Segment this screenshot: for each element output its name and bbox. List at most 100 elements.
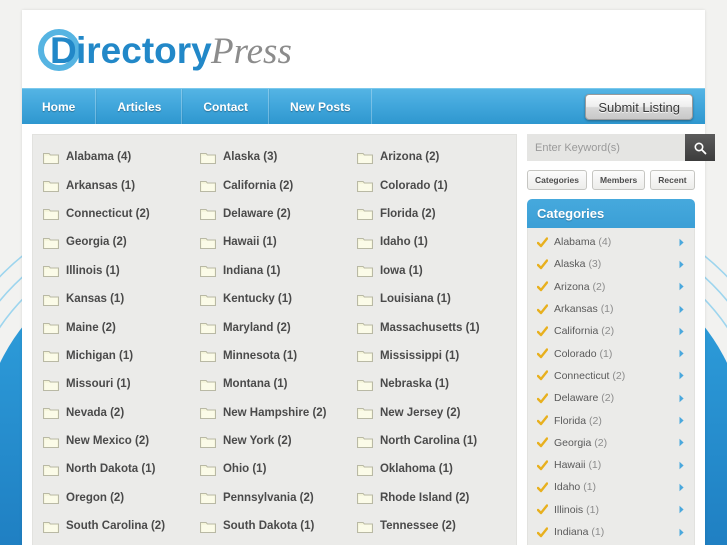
category-cell[interactable]: South Dakota (1) [196, 512, 353, 540]
category-cell[interactable]: Nevada (2) [39, 399, 196, 427]
category-cell-label: Idaho (1) [379, 236, 428, 249]
category-cell-label: North Dakota (1) [66, 463, 156, 476]
category-cell[interactable]: New Hampshire (2) [196, 399, 353, 427]
category-cell-label: Illinois (1) [66, 264, 120, 277]
category-cell[interactable]: Montana (1) [196, 370, 353, 398]
category-cell-label: Ohio (1) [222, 463, 267, 476]
sidebar-category-item[interactable]: Arkansas (1) [528, 298, 694, 320]
category-cell[interactable]: Illinois (1) [39, 257, 196, 285]
category-grid-panel: Alabama (4) Alaska (3) Arizona (2) Arkan… [32, 134, 517, 545]
category-cell[interactable]: Oklahoma (1) [353, 455, 510, 483]
sidebar-category-item[interactable]: California (2) [528, 320, 694, 342]
category-cell[interactable]: New Jersey (2) [353, 399, 510, 427]
category-cell[interactable]: California (2) [196, 171, 353, 199]
folder-icon [199, 266, 216, 278]
category-cell[interactable]: New Mexico (2) [39, 427, 196, 455]
nav-item-new-posts[interactable]: New Posts [269, 89, 372, 124]
sidebar-category-count: (2) [601, 392, 615, 405]
sidebar-category-item[interactable]: Illinois (1) [528, 499, 694, 521]
folder-icon [356, 266, 373, 278]
category-cell[interactable]: Oregon (2) [39, 484, 196, 512]
sidebar-category-item[interactable]: Idaho (1) [528, 476, 694, 498]
category-cell[interactable]: Minnesota (1) [196, 342, 353, 370]
tab-label: Recent [658, 175, 687, 185]
category-cell[interactable]: New York (2) [196, 427, 353, 455]
sidebar-category-item[interactable]: Alabama (4) [528, 231, 694, 253]
folder-icon [356, 152, 373, 164]
category-cell[interactable]: Michigan (1) [39, 342, 196, 370]
sidebar-category-item[interactable]: Arizona (2) [528, 276, 694, 298]
tab-members[interactable]: Members [591, 170, 646, 190]
category-cell[interactable]: Georgia (2) [39, 228, 196, 256]
category-cell[interactable]: North Carolina (1) [353, 427, 510, 455]
category-cell[interactable]: Missouri (1) [39, 370, 196, 398]
search-input[interactable] [527, 134, 685, 161]
sidebar-category-item[interactable]: Indiana (1) [528, 521, 694, 543]
category-cell-label: Arkansas (1) [66, 179, 136, 192]
category-cell[interactable]: Texas (1) [39, 540, 196, 545]
sidebar-category-item[interactable]: Connecticut (2) [528, 365, 694, 387]
category-cell[interactable]: Idaho (1) [353, 228, 510, 256]
category-cell[interactable]: Vermont (1) [353, 540, 510, 545]
category-cell-label: Colorado (1) [379, 179, 448, 192]
category-cell-label: North Carolina (1) [379, 435, 478, 448]
nav-item-contact[interactable]: Contact [182, 89, 270, 124]
category-cell[interactable]: Nebraska (1) [353, 370, 510, 398]
category-cell[interactable]: South Carolina (2) [39, 512, 196, 540]
sidebar-category-item[interactable]: Georgia (2) [528, 432, 694, 454]
tab-categories[interactable]: Categories [527, 170, 587, 190]
checkmark-icon [537, 259, 548, 270]
category-cell[interactable]: Arizona (2) [353, 143, 510, 171]
sidebar-category-label: Delaware (2) [554, 392, 615, 405]
folder-icon [43, 181, 59, 193]
category-cell[interactable]: Iowa (1) [353, 257, 510, 285]
tab-recent[interactable]: Recent [650, 170, 695, 190]
submit-listing-button[interactable]: Submit Listing [585, 94, 693, 120]
category-cell[interactable]: Rhode Island (2) [353, 484, 510, 512]
category-cell[interactable]: Massachusetts (1) [353, 313, 510, 341]
checkmark-icon [537, 326, 548, 337]
category-cell[interactable]: Utah (1) [196, 540, 353, 545]
sidebar-category-item[interactable]: Colorado (1) [528, 342, 694, 364]
category-cell[interactable]: Indiana (1) [196, 257, 353, 285]
nav-item-home[interactable]: Home [22, 89, 97, 124]
svg-text:D: D [50, 30, 77, 71]
category-cell[interactable]: Kansas (1) [39, 285, 196, 313]
site-logo[interactable]: D irectory Press [36, 26, 296, 74]
chevron-right-icon [679, 260, 684, 269]
category-cell[interactable]: Connecticut (2) [39, 200, 196, 228]
sidebar-category-count: (1) [586, 503, 599, 516]
category-cell[interactable]: Ohio (1) [196, 455, 353, 483]
category-cell[interactable]: Maine (2) [39, 313, 196, 341]
folder-icon [43, 379, 59, 391]
category-cell[interactable]: Pennsylvania (2) [196, 484, 353, 512]
category-cell[interactable]: Mississippi (1) [353, 342, 510, 370]
checkmark-icon [537, 348, 548, 359]
sidebar-category-item[interactable]: Florida (2) [528, 409, 694, 431]
category-cell[interactable]: Hawaii (1) [196, 228, 353, 256]
folder-icon [356, 379, 373, 391]
category-cell[interactable]: Maryland (2) [196, 313, 353, 341]
chevron-right-icon [679, 283, 684, 291]
sidebar-category-item[interactable]: Hawaii (1) [528, 454, 694, 476]
category-cell[interactable]: Colorado (1) [353, 171, 510, 199]
category-cell[interactable]: Tennessee (2) [353, 512, 510, 540]
search-button[interactable] [685, 134, 715, 161]
folder-icon [356, 323, 373, 335]
category-cell[interactable]: Arkansas (1) [39, 171, 196, 199]
category-cell[interactable]: Alabama (4) [39, 143, 196, 171]
sidebar-category-count: (1) [588, 459, 602, 472]
search-icon [694, 141, 707, 154]
chevron-right-icon [679, 483, 684, 492]
category-cell[interactable]: Florida (2) [353, 200, 510, 228]
folder-icon [199, 152, 216, 164]
category-cell[interactable]: North Dakota (1) [39, 455, 196, 483]
nav-item-articles[interactable]: Articles [96, 89, 183, 124]
sidebar-category-item[interactable]: Alaska (3) [528, 253, 694, 275]
sidebar-category-item[interactable]: Delaware (2) [528, 387, 694, 409]
category-cell[interactable]: Delaware (2) [196, 200, 353, 228]
checkmark-icon [537, 437, 548, 448]
category-cell[interactable]: Louisiana (1) [353, 285, 510, 313]
category-cell[interactable]: Alaska (3) [196, 143, 353, 171]
category-cell[interactable]: Kentucky (1) [196, 285, 353, 313]
